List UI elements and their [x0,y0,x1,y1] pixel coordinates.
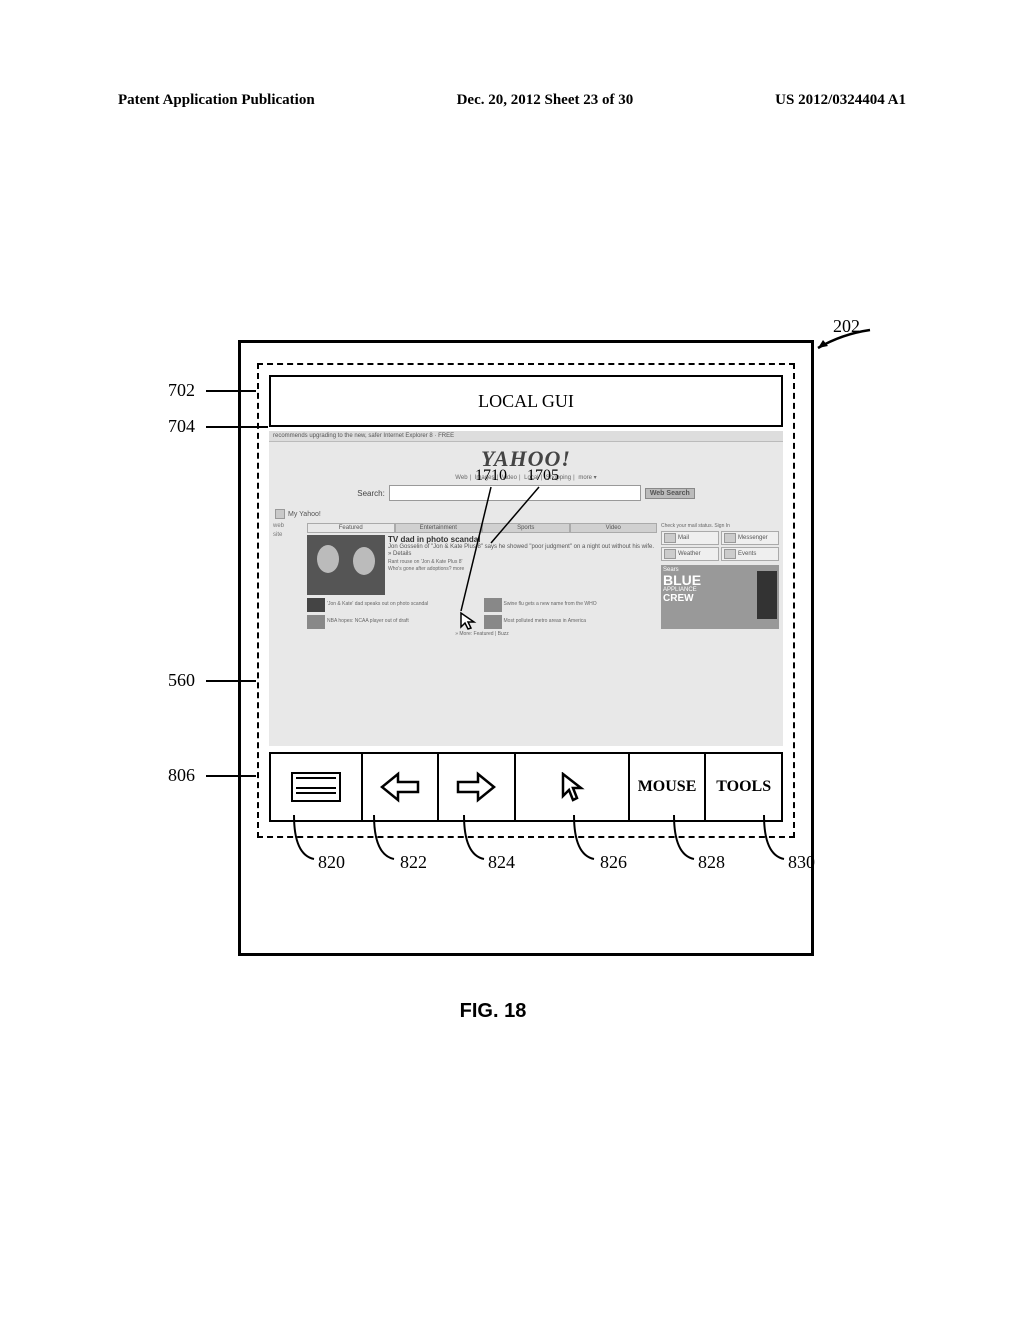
leader-704 [206,426,268,428]
thumb-item[interactable]: NBA hopes: NCAA player out of draft [307,615,481,629]
weather-icon [664,549,676,559]
header-left: Patent Application Publication [118,92,315,109]
messenger-icon [724,533,736,543]
gui-dashed-bounds: LOCAL GUI recommends upgrading to the ne… [257,363,795,838]
ref-704: 704 [168,416,195,437]
left-item[interactable]: site [273,532,303,538]
more-strip[interactable]: » More: Featured | Buzz [307,631,657,637]
tile-messenger[interactable]: Messenger [721,531,779,545]
ref-826: 826 [600,852,627,873]
left-item[interactable]: web [273,523,303,529]
page-header: Patent Application Publication Dec. 20, … [118,92,906,109]
ref-828: 828 [698,852,725,873]
figure-caption: FIG. 18 [168,1000,818,1046]
ref-702: 702 [168,380,195,401]
left-sidebar: web site [273,523,303,637]
leader-560 [206,680,256,682]
mail-status[interactable]: Check your mail status. Sign In [661,523,779,529]
keyboard-icon [291,772,341,802]
leader-806 [206,775,256,777]
yahoo-logo: YAHOO! [269,446,783,472]
leaders-1710-1705 [457,483,577,623]
ad-sears[interactable]: Sears BLUE APPLIANCE CREW [661,565,779,629]
tile-mail[interactable]: Mail [661,531,719,545]
events-icon [724,549,736,559]
arrow-right-icon [454,770,498,804]
ref-560: 560 [168,670,195,691]
nav-web[interactable]: Web [455,475,467,481]
ref-820: 820 [318,852,345,873]
header-center: Dec. 20, 2012 Sheet 23 of 30 [457,92,634,109]
ref-822: 822 [400,852,427,873]
tools-button[interactable]: TOOLS [706,754,781,820]
figure-18: 202 LOCAL GUI recommends upgrading to th… [168,340,818,956]
mouse-button[interactable]: MOUSE [630,754,707,820]
cursor-icon [559,772,585,802]
mail-icon [664,533,676,543]
my-yahoo-icon [275,509,285,519]
local-gui-bar: LOCAL GUI [269,375,783,427]
tab-featured[interactable]: Featured [307,523,395,533]
leader-arrow-202 [812,328,872,352]
my-yahoo-label[interactable]: My Yahoo! [288,511,321,518]
arrow-left-icon [378,770,422,804]
ref-806: 806 [168,765,195,786]
right-column: Check your mail status. Sign In Mail Mes… [661,523,779,637]
control-toolbar: MOUSE TOOLS [269,752,783,822]
web-search-button[interactable]: Web Search [645,488,695,499]
tab-video[interactable]: Video [570,523,658,533]
leader-702 [206,390,256,392]
local-gui-label: LOCAL GUI [478,391,574,412]
ad-person-silhouette [757,571,777,619]
tile-weather[interactable]: Weather [661,547,719,561]
story-photo[interactable] [307,535,385,595]
ref-824: 824 [488,852,515,873]
keyboard-button[interactable] [271,754,363,820]
back-button[interactable] [363,754,440,820]
ie-upgrade-banner: recommends upgrading to the new, safer I… [269,431,783,442]
thumb-item[interactable]: 'Jon & Kate' dad speaks out on photo sca… [307,598,481,612]
search-label: Search: [357,489,385,498]
cursor-mode-button[interactable] [516,754,630,820]
nav-more[interactable]: more ▾ [578,475,596,481]
forward-button[interactable] [439,754,516,820]
ref-830: 830 [788,852,815,873]
header-right: US 2012/0324404 A1 [775,92,906,109]
bottom-leaders [264,815,824,885]
yahoo-nav: Web| Images| Video| Local| Shopping| mor… [269,474,783,481]
tile-events[interactable]: Events [721,547,779,561]
